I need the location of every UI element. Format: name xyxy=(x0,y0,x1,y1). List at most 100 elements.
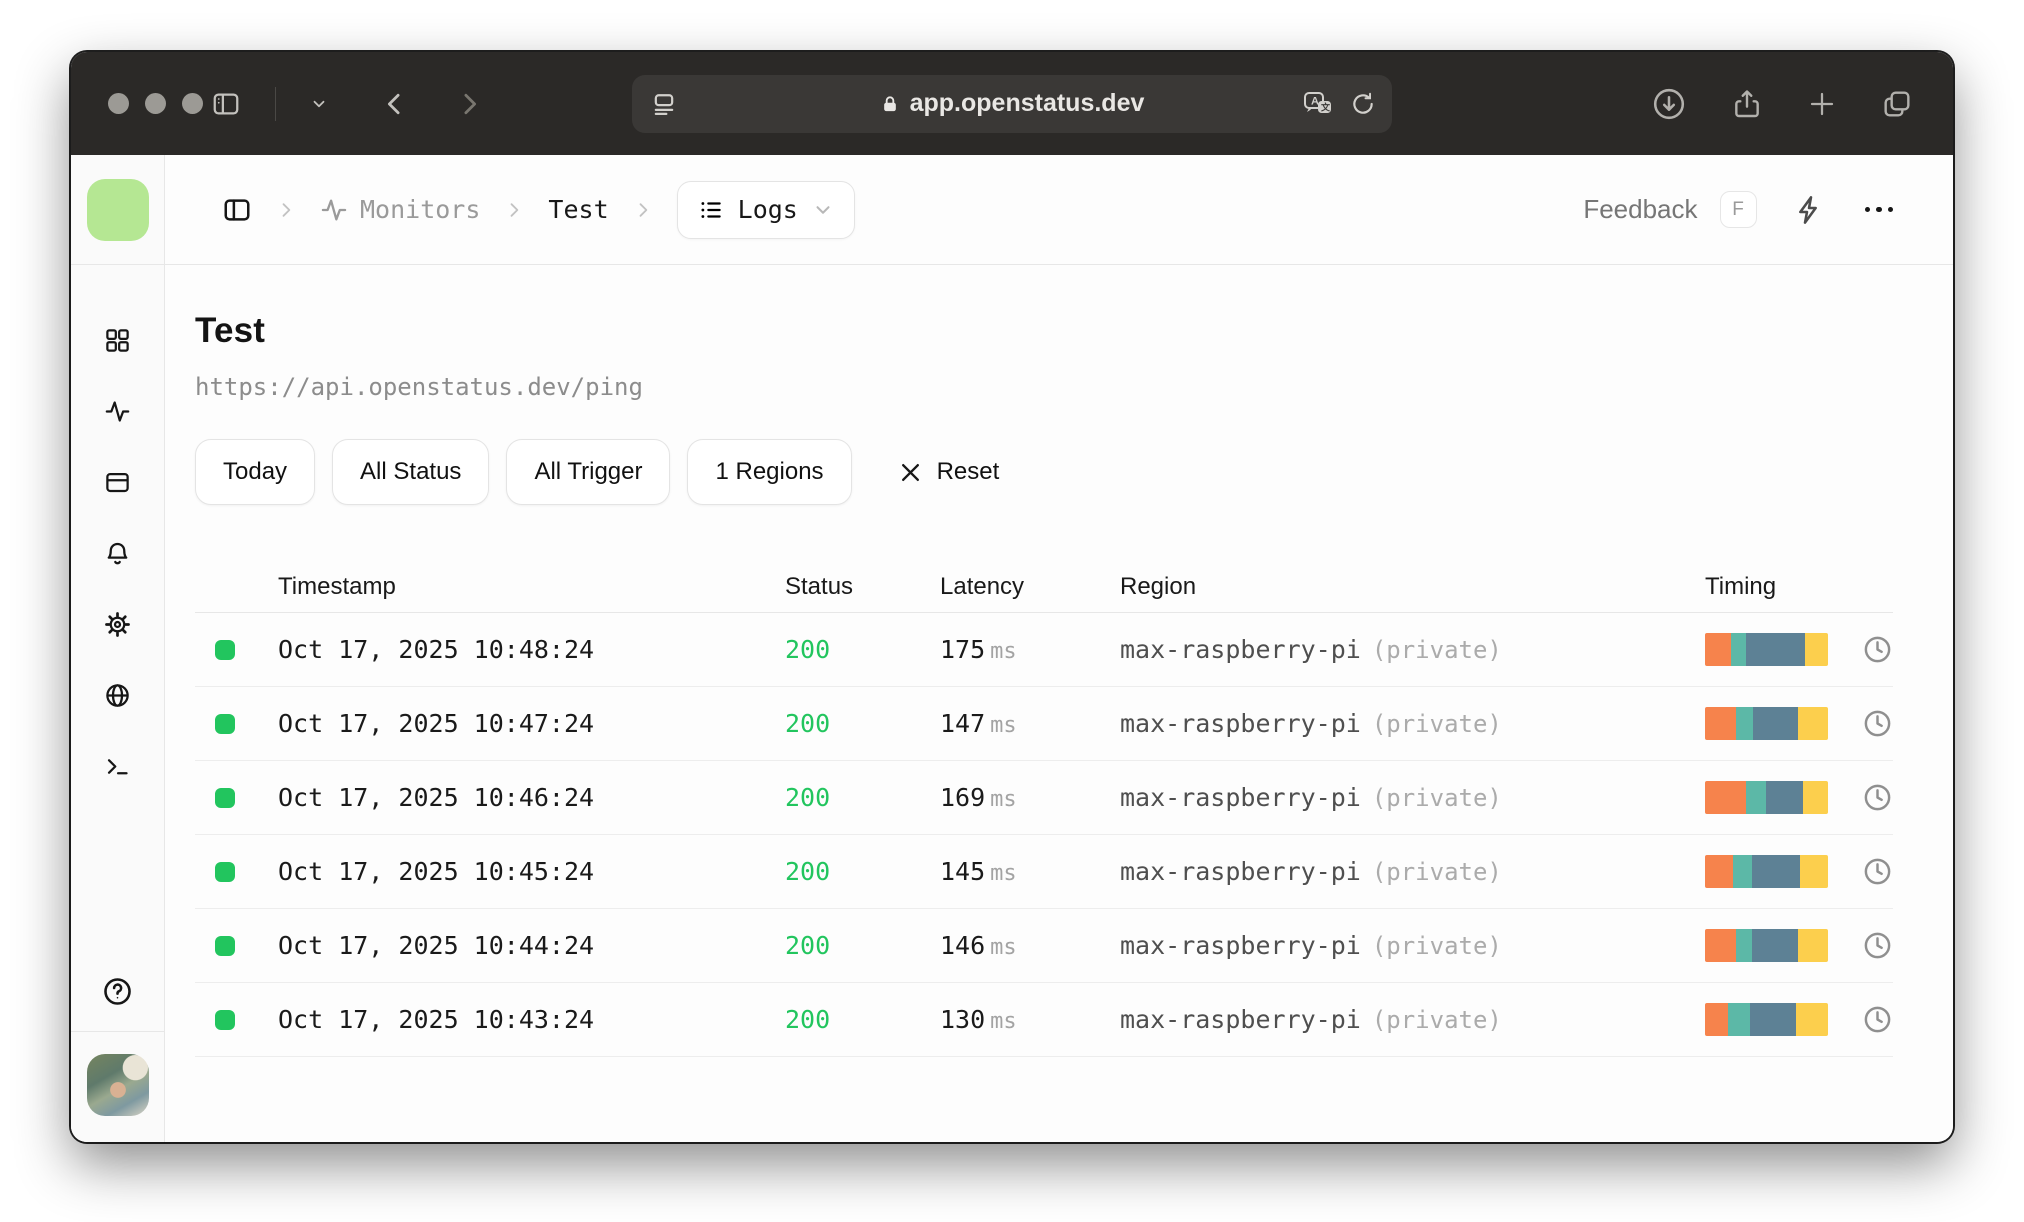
sidebar-nav xyxy=(71,265,165,1142)
timestamp-cell: Oct 17, 2025 10:48:24 xyxy=(278,635,595,664)
minimize-window-button[interactable] xyxy=(145,93,166,114)
region-visibility: (private) xyxy=(1371,932,1502,960)
latency-unit: ms xyxy=(990,639,1017,664)
main-content: Test https://api.openstatus.dev/ping Tod… xyxy=(165,265,1953,1142)
breadcrumb-monitor-name[interactable]: Test xyxy=(548,195,608,224)
status-dot xyxy=(215,1009,235,1030)
feedback-button[interactable]: Feedback xyxy=(1583,194,1697,225)
clock-icon[interactable] xyxy=(1862,708,1893,739)
timing-segment xyxy=(1745,633,1805,666)
filter-regions[interactable]: 1 Regions xyxy=(687,439,852,505)
reload-icon[interactable] xyxy=(1350,91,1376,117)
svg-text:文: 文 xyxy=(1320,101,1331,113)
tab-overview-icon[interactable] xyxy=(1881,88,1913,120)
sidebar-item-monitors[interactable] xyxy=(71,376,164,447)
activity-icon xyxy=(105,401,130,422)
new-tab-icon[interactable] xyxy=(1807,89,1837,119)
timing-bar xyxy=(1705,929,1828,962)
view-selector[interactable]: Logs xyxy=(676,180,855,239)
sidebar-item-notifications[interactable] xyxy=(71,518,164,589)
clock-icon[interactable] xyxy=(1862,782,1893,813)
clock-icon[interactable] xyxy=(1862,930,1893,961)
table-row[interactable]: Oct 17, 2025 10:44:24 200 146 ms max-ras… xyxy=(195,909,1893,983)
page-settings-icon[interactable] xyxy=(650,90,678,118)
timing-segment xyxy=(1752,707,1799,740)
timing-segment xyxy=(1735,707,1753,740)
sidebar-chevron-icon[interactable] xyxy=(310,95,328,113)
status-dot xyxy=(215,861,235,882)
sidebar-item-cli[interactable] xyxy=(71,731,164,802)
downloads-icon[interactable] xyxy=(1651,86,1687,122)
col-status: Status xyxy=(785,572,854,600)
sidebar-header xyxy=(71,155,165,265)
timing-segment xyxy=(1705,1003,1729,1036)
timestamp-cell: Oct 17, 2025 10:44:24 xyxy=(278,931,595,960)
latency-value: 147 xyxy=(940,709,986,738)
region-name: max-raspberry-pi xyxy=(1120,709,1361,738)
timing-bar xyxy=(1705,855,1828,888)
address-text: app.openstatus.dev xyxy=(909,89,1145,117)
filter-status[interactable]: All Status xyxy=(332,439,490,505)
filter-trigger[interactable]: All Trigger xyxy=(506,439,671,505)
col-timestamp: Timestamp xyxy=(278,572,396,600)
region-visibility: (private) xyxy=(1371,1006,1502,1034)
table-header: Timestamp Status Latency Region Timing xyxy=(195,561,1893,613)
breadcrumb-monitors[interactable]: Monitors xyxy=(320,195,480,224)
close-window-button[interactable] xyxy=(108,93,129,114)
rows-list-icon xyxy=(701,201,721,218)
timing-bar xyxy=(1705,633,1828,666)
region-name: max-raspberry-pi xyxy=(1120,635,1361,664)
region-name: max-raspberry-pi xyxy=(1120,1005,1361,1034)
latency-value: 169 xyxy=(940,783,986,812)
activity-icon xyxy=(321,199,347,220)
table-row[interactable]: Oct 17, 2025 10:47:24 200 147 ms max-ras… xyxy=(195,687,1893,761)
zap-icon[interactable] xyxy=(1793,194,1825,226)
toolbar-divider xyxy=(275,86,276,121)
timing-segment xyxy=(1750,1003,1796,1036)
sidebar-item-dashboard[interactable] xyxy=(71,305,164,376)
table-body: Oct 17, 2025 10:48:24 200 175 ms max-ras… xyxy=(195,613,1893,1057)
timestamp-cell: Oct 17, 2025 10:45:24 xyxy=(278,857,595,886)
status-code-cell: 200 xyxy=(785,635,831,664)
clock-icon[interactable] xyxy=(1862,856,1893,887)
logs-table: Timestamp Status Latency Region Timing O… xyxy=(195,561,1893,1057)
latency-value: 175 xyxy=(940,635,986,664)
sidebar-item-status-pages[interactable] xyxy=(71,447,164,518)
region-visibility: (private) xyxy=(1371,858,1502,886)
address-bar[interactable]: app.openstatus.dev A 文 xyxy=(632,74,1392,133)
clock-icon[interactable] xyxy=(1862,634,1893,665)
panel-top-icon xyxy=(106,472,129,493)
filter-bar: Today All Status All Trigger 1 Regions R… xyxy=(195,439,1893,505)
table-row[interactable]: Oct 17, 2025 10:45:24 200 145 ms max-ras… xyxy=(195,835,1893,909)
zoom-window-button[interactable] xyxy=(182,93,203,114)
status-code-cell: 200 xyxy=(785,931,831,960)
table-row[interactable]: Oct 17, 2025 10:43:24 200 130 ms max-ras… xyxy=(195,983,1893,1057)
table-row[interactable]: Oct 17, 2025 10:46:24 200 169 ms max-ras… xyxy=(195,761,1893,835)
user-avatar[interactable] xyxy=(86,1054,149,1116)
sidebar-item-settings[interactable] xyxy=(71,589,164,660)
status-dot xyxy=(215,639,235,660)
workspace-logo[interactable] xyxy=(86,178,149,241)
panel-left-icon[interactable] xyxy=(222,195,252,225)
share-icon[interactable] xyxy=(1731,88,1763,120)
more-options-button[interactable] xyxy=(1864,206,1893,213)
timing-segment xyxy=(1803,781,1828,814)
sidebar-item-domains[interactable] xyxy=(71,660,164,731)
clock-icon[interactable] xyxy=(1862,1004,1893,1035)
filter-date[interactable]: Today xyxy=(195,439,316,505)
status-code-cell: 200 xyxy=(785,783,831,812)
help-button[interactable] xyxy=(102,976,133,1007)
sidebar-toggle-icon[interactable] xyxy=(211,89,241,119)
status-code-cell: 200 xyxy=(785,709,831,738)
gear-icon xyxy=(105,612,130,637)
latency-value: 130 xyxy=(940,1005,986,1034)
translate-icon[interactable]: A 文 xyxy=(1302,89,1334,119)
chevron-down-icon xyxy=(816,205,830,214)
bell-icon xyxy=(107,542,128,565)
svg-text:A: A xyxy=(1311,95,1319,107)
table-row[interactable]: Oct 17, 2025 10:48:24 200 175 ms max-ras… xyxy=(195,613,1893,687)
timing-segment xyxy=(1705,633,1731,666)
forward-button[interactable] xyxy=(454,89,484,119)
back-button[interactable] xyxy=(380,89,410,119)
reset-filters-button[interactable]: Reset xyxy=(897,458,999,486)
